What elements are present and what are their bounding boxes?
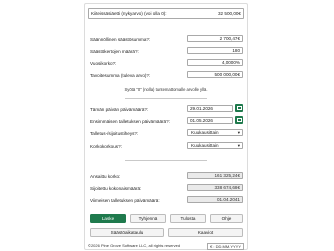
graph-button[interactable]: Kaaviot [168, 228, 243, 237]
saving-count-input[interactable]: 180 [187, 47, 243, 54]
first-deposit-date-input[interactable]: 01.05.2026 [187, 117, 233, 124]
interest-frequency-label: Korkokorkous?: [90, 144, 122, 149]
print-button[interactable]: Tulosta [170, 214, 206, 223]
deposit-frequency-label: Talletus-/sijoitustiheys?: [90, 131, 139, 136]
interest-frequency-select[interactable]: Kuukausittain ▾ [187, 142, 243, 149]
target-savings-input[interactable]: 500 000,00€ [187, 71, 243, 78]
schedule-button[interactable]: Säästöaikataulu [90, 228, 164, 237]
saving-count-label: Säästökertojen määrä?: [90, 49, 139, 54]
separator [125, 98, 207, 99]
today-label: Tämän päivän päivämäärä?: [90, 107, 149, 112]
start-balance-input[interactable]: 32 500,00€ [218, 11, 241, 16]
total-invested-result: 338 674,68€ [187, 184, 243, 191]
page: Kiiteissäsiäetti (nykyarvo) (voi olla 0)… [0, 0, 334, 251]
interest-result-label: Ansaittu korko: [90, 174, 121, 179]
format-indicator[interactable]: € : DD.MM.YYYY [207, 243, 244, 250]
clear-button[interactable]: Tyhjennä [130, 214, 166, 223]
annual-interest-input[interactable]: 4,0000% [187, 59, 243, 66]
separator [125, 160, 207, 161]
interest-frequency-value: Kuukausittain [191, 143, 219, 148]
start-balance-row[interactable]: Kiiteissäsiäetti (nykyarvo) (voi olla 0)… [88, 8, 244, 19]
calculator-panel: Kiiteissäsiäetti (nykyarvo) (voi olla 0)… [84, 3, 248, 250]
chevron-down-icon: ▾ [237, 142, 240, 148]
copyright: ©2026 Pine Grove Software LLC, all right… [88, 243, 181, 248]
zero-note: Syötä "0" (nolla) tuntemattomalle arvoll… [124, 87, 208, 92]
deposit-frequency-value: Kuukausittain [191, 130, 219, 135]
last-deposit-result: 01.04.2041 [187, 196, 243, 203]
monthly-savings-label: Säännöllinen säästösumma?: [90, 37, 151, 42]
interest-result: 161 325,24€ [187, 172, 243, 179]
monthly-savings-input[interactable]: 2 700,47€ [187, 35, 243, 42]
target-savings-label: Tavoitesumma (tuleva arvo)?: [90, 73, 151, 78]
help-button[interactable]: Ohje [210, 214, 243, 223]
calendar-icon[interactable] [235, 104, 243, 112]
last-deposit-label: Viimeisen talletuksen päivämäärä: [90, 198, 160, 203]
chevron-down-icon: ▾ [237, 129, 240, 135]
footer: ©2026 Pine Grove Software LLC, all right… [88, 243, 244, 250]
calculate-button[interactable]: Laske [90, 214, 126, 223]
start-balance-label: Kiiteissäsiäetti (nykyarvo) (voi olla 0)… [91, 11, 167, 16]
calendar-icon[interactable] [235, 116, 243, 124]
deposit-frequency-select[interactable]: Kuukausittain ▾ [187, 129, 243, 136]
first-deposit-label: Ensimmäisen talletuksen päivämäärä?: [90, 119, 170, 124]
today-date-input[interactable]: 29.01.2026 [187, 105, 233, 112]
annual-interest-label: Vuosikorko?: [90, 61, 117, 66]
total-invested-label: Sijoitettu kokonaismäärä: [90, 186, 142, 191]
